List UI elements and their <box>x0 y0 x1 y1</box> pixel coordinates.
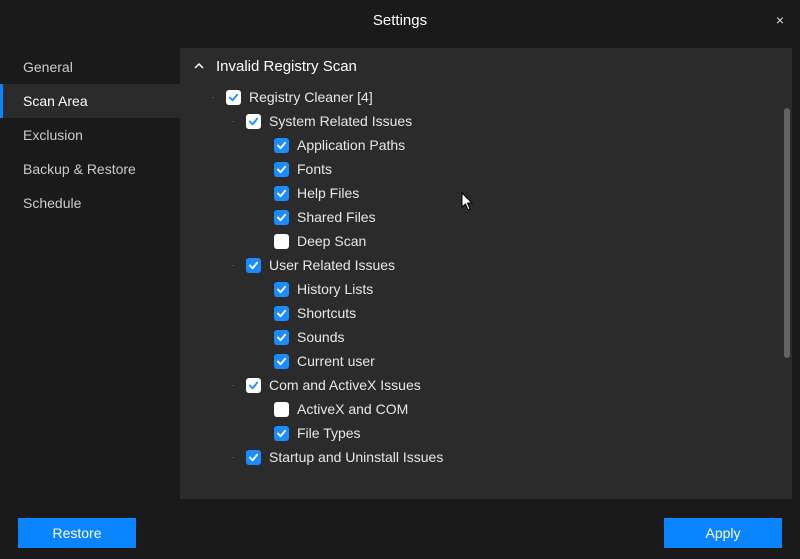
tree-node-label: ActiveX and COM <box>297 401 408 417</box>
checkbox[interactable] <box>274 186 289 201</box>
expander-icon[interactable]: · <box>228 380 238 390</box>
titlebar: Settings × <box>0 0 800 40</box>
tree-node-label: Help Files <box>297 185 359 201</box>
tree: · Registry Cleaner [4] · System Related Iss… <box>180 85 792 485</box>
tree-node[interactable]: Shared Files <box>198 205 774 229</box>
close-icon: × <box>776 12 784 28</box>
apply-button-label: Apply <box>705 525 740 541</box>
expander-icon[interactable]: · <box>228 260 238 270</box>
checkbox[interactable] <box>274 162 289 177</box>
tree-node[interactable]: · Registry Cleaner [4] <box>198 85 774 109</box>
tree-node[interactable]: Fonts <box>198 157 774 181</box>
tree-node-label: Shared Files <box>297 209 376 225</box>
restore-button-label: Restore <box>52 525 101 541</box>
checkbox[interactable] <box>274 282 289 297</box>
tree-node[interactable]: Sounds <box>198 325 774 349</box>
checkbox[interactable] <box>274 330 289 345</box>
expander-icon[interactable]: · <box>228 116 238 126</box>
tree-node-label: History Lists <box>297 281 373 297</box>
tree-node[interactable]: · User Related Issues <box>198 253 774 277</box>
checkbox[interactable] <box>274 138 289 153</box>
tree-node-label: Shortcuts <box>297 305 356 321</box>
section-title: Invalid Registry Scan <box>216 58 357 75</box>
section-header[interactable]: Invalid Registry Scan <box>180 48 792 85</box>
checkbox[interactable] <box>274 426 289 441</box>
sidebar-item-exclusion[interactable]: Exclusion <box>0 118 180 152</box>
checkbox[interactable] <box>246 378 261 393</box>
apply-button[interactable]: Apply <box>664 518 782 548</box>
sidebar-item-schedule[interactable]: Schedule <box>0 186 180 220</box>
tree-node-label: File Types <box>297 425 361 441</box>
restore-button[interactable]: Restore <box>18 518 136 548</box>
checkbox[interactable] <box>246 450 261 465</box>
tree-node[interactable]: Application Paths <box>198 133 774 157</box>
tree-node-label: Current user <box>297 353 375 369</box>
checkbox[interactable] <box>246 114 261 129</box>
sidebar-item-label: Exclusion <box>23 127 83 143</box>
tree-node[interactable]: · Com and ActiveX Issues <box>198 373 774 397</box>
window-title: Settings <box>373 12 427 29</box>
tree-node-label: Sounds <box>297 329 344 345</box>
tree-node-label: User Related Issues <box>269 257 395 273</box>
tree-node[interactable]: Help Files <box>198 181 774 205</box>
checkbox[interactable] <box>274 234 289 249</box>
expander-icon[interactable]: · <box>208 92 218 102</box>
sidebar-item-label: General <box>23 59 73 75</box>
tree-node[interactable]: · Startup and Uninstall Issues <box>198 445 774 469</box>
tree-node-label: Fonts <box>297 161 332 177</box>
tree-node-label: Deep Scan <box>297 233 366 249</box>
chevron-up-icon <box>194 60 204 74</box>
tree-node[interactable]: · System Related Issues <box>198 109 774 133</box>
checkbox[interactable] <box>274 306 289 321</box>
tree-node[interactable]: Deep Scan <box>198 229 774 253</box>
scrollbar-thumb[interactable] <box>784 108 790 358</box>
tree-node-label: Registry Cleaner [4] <box>249 89 373 105</box>
sidebar-item-scan-area[interactable]: Scan Area <box>0 84 180 118</box>
tree-node[interactable]: ActiveX and COM <box>198 397 774 421</box>
checkbox[interactable] <box>246 258 261 273</box>
checkbox[interactable] <box>274 402 289 417</box>
sidebar: General Scan Area Exclusion Backup & Restor… <box>0 40 180 499</box>
tree-node-label: Startup and Uninstall Issues <box>269 449 443 465</box>
sidebar-item-backup-restore[interactable]: Backup & Restore <box>0 152 180 186</box>
checkbox[interactable] <box>226 90 241 105</box>
close-button[interactable]: × <box>768 8 792 32</box>
tree-node-label: System Related Issues <box>269 113 412 129</box>
tree-node[interactable]: File Types <box>198 421 774 445</box>
sidebar-item-general[interactable]: General <box>0 50 180 84</box>
sidebar-item-label: Scan Area <box>23 93 88 109</box>
tree-node[interactable]: Current user <box>198 349 774 373</box>
sidebar-item-label: Schedule <box>23 195 81 211</box>
sidebar-item-label: Backup & Restore <box>23 161 136 177</box>
content-panel: Invalid Registry Scan · Registry Cleaner … <box>180 48 792 499</box>
footer: Restore Apply <box>0 507 800 559</box>
tree-node[interactable]: Shortcuts <box>198 301 774 325</box>
expander-icon[interactable]: · <box>228 452 238 462</box>
checkbox[interactable] <box>274 210 289 225</box>
tree-node-label: Com and ActiveX Issues <box>269 377 421 393</box>
tree-node[interactable]: History Lists <box>198 277 774 301</box>
checkbox[interactable] <box>274 354 289 369</box>
tree-node-label: Application Paths <box>297 137 405 153</box>
